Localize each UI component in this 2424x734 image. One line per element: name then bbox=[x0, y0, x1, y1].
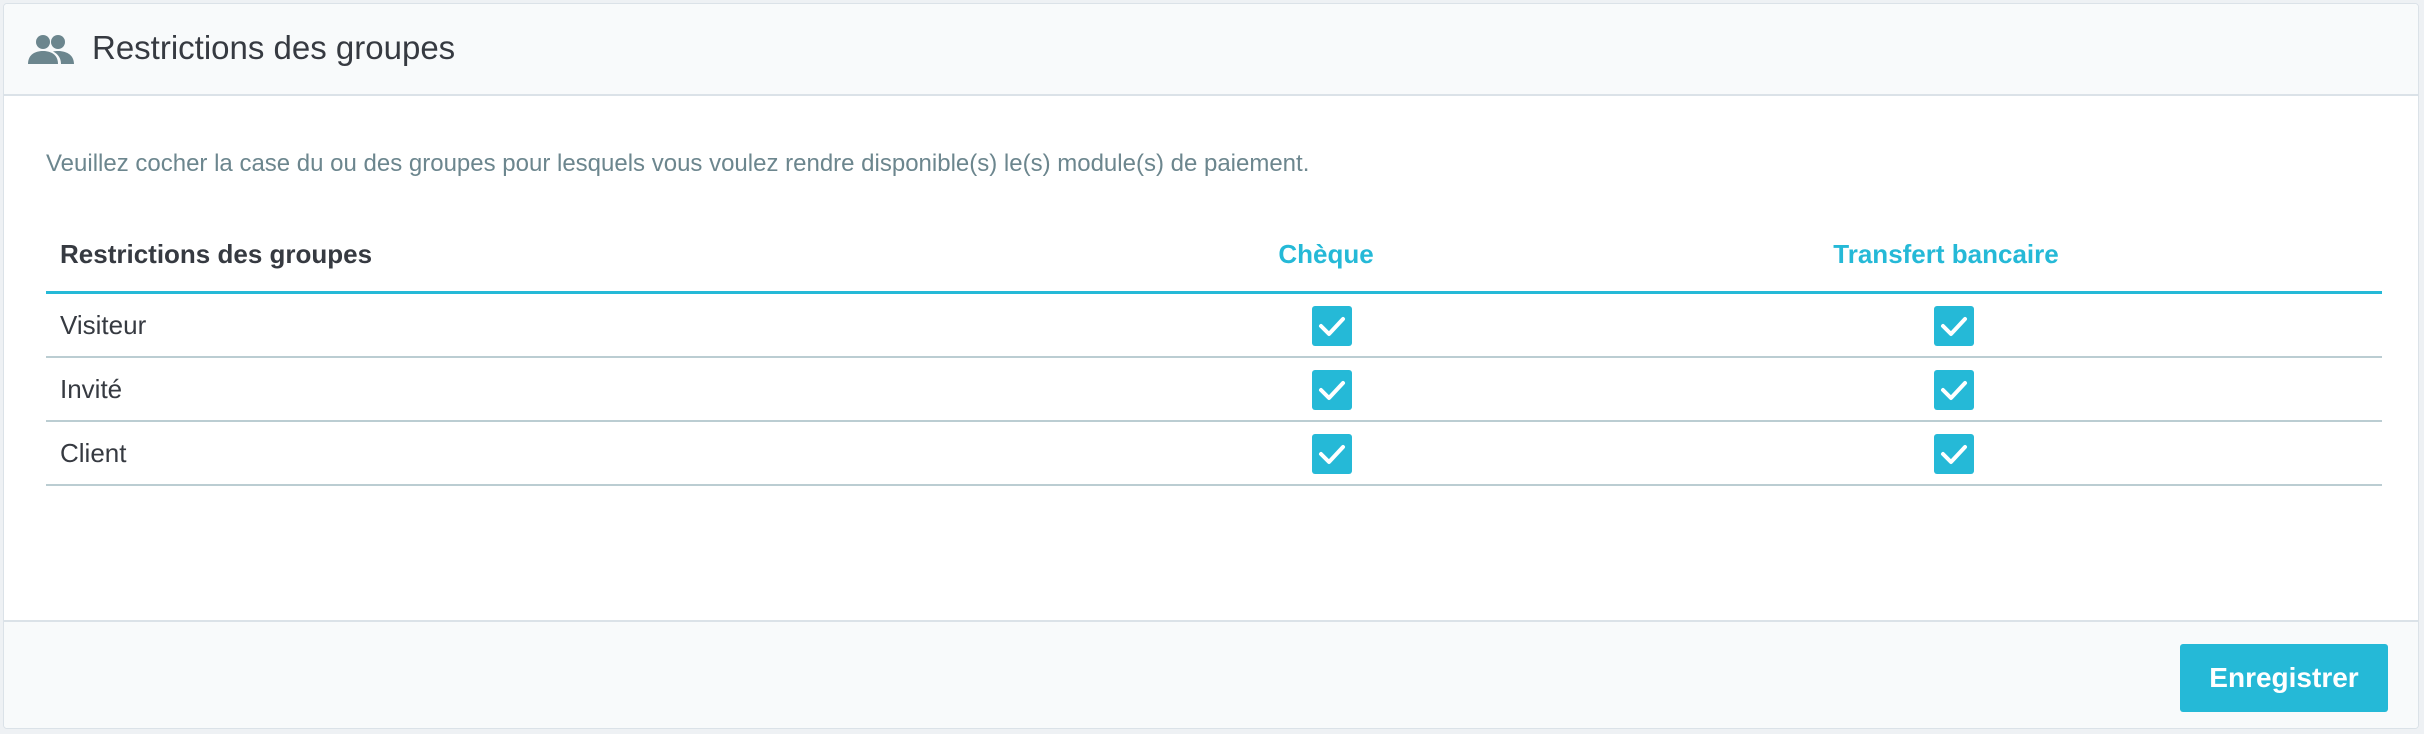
table-header: Restrictions des groupes Chèque Transfer… bbox=[46, 214, 2382, 294]
table-row: Invité bbox=[46, 358, 2382, 422]
check-icon bbox=[1319, 381, 1345, 400]
check-icon bbox=[1941, 317, 1967, 336]
help-text: Veuillez cocher la case du ou des groupe… bbox=[46, 150, 1310, 177]
check-icon bbox=[1319, 317, 1345, 336]
table-row: Visiteur bbox=[46, 294, 2382, 358]
column-header-group: Restrictions des groupes bbox=[60, 239, 373, 269]
panel-header: Restrictions des groupes bbox=[4, 4, 2418, 96]
table-row: Client bbox=[46, 422, 2382, 486]
row-label: Visiteur bbox=[60, 310, 147, 340]
checkbox-transfert-client[interactable] bbox=[1934, 434, 1974, 474]
check-icon bbox=[1941, 445, 1967, 464]
restrictions-table: Restrictions des groupes Chèque Transfer… bbox=[46, 214, 2382, 486]
column-header-transfert[interactable]: Transfert bancaire bbox=[1786, 234, 2106, 274]
checkbox-cheque-invite[interactable] bbox=[1312, 370, 1352, 410]
checkbox-transfert-visiteur[interactable] bbox=[1934, 306, 1974, 346]
row-label: Client bbox=[60, 438, 127, 468]
checkbox-transfert-invite[interactable] bbox=[1934, 370, 1974, 410]
column-header-cheque[interactable]: Chèque bbox=[1246, 234, 1406, 274]
panel-title: Restrictions des groupes bbox=[92, 29, 456, 66]
users-icon bbox=[28, 34, 74, 66]
checkbox-cheque-client[interactable] bbox=[1312, 434, 1352, 474]
row-label: Invité bbox=[60, 374, 123, 404]
checkbox-cheque-visiteur[interactable] bbox=[1312, 306, 1352, 346]
check-icon bbox=[1941, 381, 1967, 400]
save-button[interactable]: Enregistrer bbox=[2180, 644, 2388, 712]
panel-footer: Enregistrer bbox=[4, 620, 2418, 728]
group-restrictions-panel: Restrictions des groupes Veuillez cocher… bbox=[3, 3, 2419, 729]
check-icon bbox=[1319, 445, 1345, 464]
